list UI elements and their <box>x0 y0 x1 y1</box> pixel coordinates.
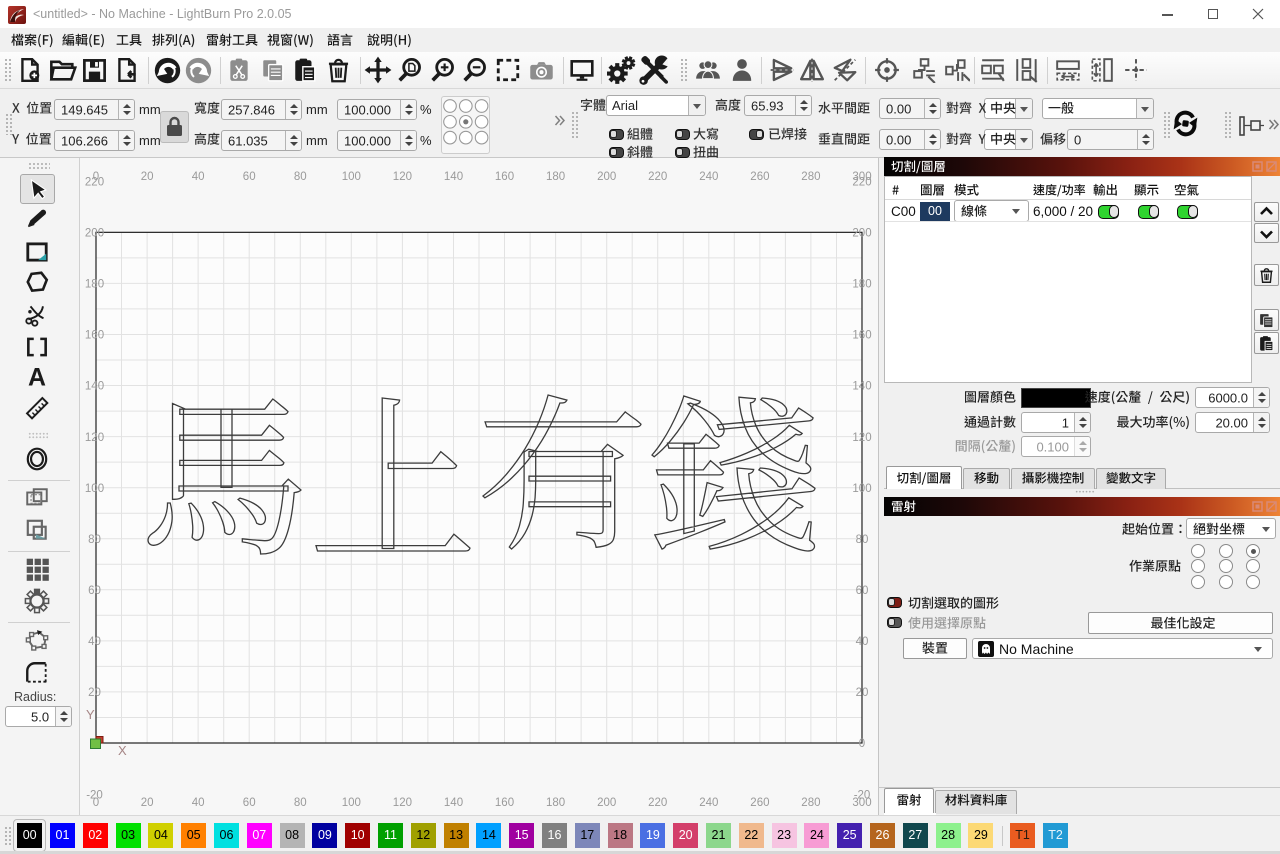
svg-text:180: 180 <box>85 279 104 291</box>
svg-text:100: 100 <box>342 171 361 183</box>
svg-text:20: 20 <box>856 687 869 699</box>
svg-text:220: 220 <box>852 177 871 189</box>
svg-text:A: A <box>28 364 46 390</box>
svg-text:120: 120 <box>393 797 412 809</box>
svg-text:-20: -20 <box>86 789 103 801</box>
svg-text:160: 160 <box>85 330 104 342</box>
svg-text:120: 120 <box>393 171 412 183</box>
svg-text:60: 60 <box>243 797 256 809</box>
svg-text:200: 200 <box>597 171 616 183</box>
svg-text:100: 100 <box>852 483 871 495</box>
svg-text:80: 80 <box>856 534 869 546</box>
svg-text:40: 40 <box>192 797 205 809</box>
svg-text:260: 260 <box>750 797 769 809</box>
svg-text:220: 220 <box>648 797 667 809</box>
svg-text:80: 80 <box>294 171 307 183</box>
svg-text:280: 280 <box>801 797 820 809</box>
svg-text:200: 200 <box>597 797 616 809</box>
svg-text:260: 260 <box>750 171 769 183</box>
svg-text:-20: -20 <box>854 789 871 801</box>
svg-text:120: 120 <box>852 432 871 444</box>
svg-text:180: 180 <box>546 797 565 809</box>
svg-text:20: 20 <box>141 797 154 809</box>
svg-text:140: 140 <box>444 797 463 809</box>
svg-text:280: 280 <box>801 171 820 183</box>
svg-text:Y: Y <box>86 707 95 722</box>
svg-text:40: 40 <box>192 171 205 183</box>
svg-text:240: 240 <box>699 171 718 183</box>
svg-text:120: 120 <box>85 432 104 444</box>
svg-text:180: 180 <box>546 171 565 183</box>
svg-text:140: 140 <box>852 381 871 393</box>
svg-text:100: 100 <box>85 483 104 495</box>
svg-text:40: 40 <box>856 636 869 648</box>
svg-text:200: 200 <box>852 228 871 240</box>
svg-text:220: 220 <box>648 171 667 183</box>
svg-text:60: 60 <box>856 585 869 597</box>
svg-text:60: 60 <box>243 171 256 183</box>
svg-text:160: 160 <box>495 171 514 183</box>
svg-text:80: 80 <box>294 797 307 809</box>
svg-text:20: 20 <box>88 687 101 699</box>
svg-text:40: 40 <box>88 636 101 648</box>
svg-text:180: 180 <box>852 279 871 291</box>
svg-text:140: 140 <box>85 381 104 393</box>
svg-text:220: 220 <box>85 177 104 189</box>
svg-text:20: 20 <box>141 171 154 183</box>
svg-text:240: 240 <box>699 797 718 809</box>
svg-text:60: 60 <box>88 585 101 597</box>
svg-text:140: 140 <box>444 171 463 183</box>
svg-text:80: 80 <box>88 534 101 546</box>
svg-text:160: 160 <box>495 797 514 809</box>
svg-text:160: 160 <box>852 330 871 342</box>
svg-text:X: X <box>118 743 127 758</box>
svg-text:200: 200 <box>85 228 104 240</box>
svg-text:0: 0 <box>859 738 865 750</box>
svg-text:100: 100 <box>342 797 361 809</box>
